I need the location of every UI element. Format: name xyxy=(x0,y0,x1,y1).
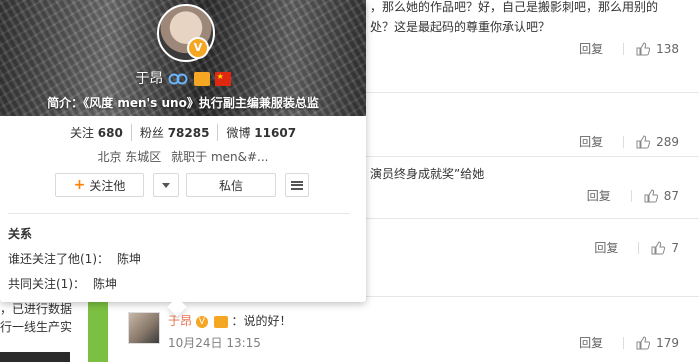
comment-actions: 回复 87 xyxy=(587,187,679,204)
comment-text: 处？这是最起码的尊重你承认吧？ xyxy=(370,20,551,34)
reply-button[interactable]: 回复 xyxy=(594,239,618,256)
green-accent-bar xyxy=(88,298,108,362)
crown-icon xyxy=(194,72,211,86)
comment-actions: 回复 179 xyxy=(579,334,679,351)
comment-actions: 回复 138 xyxy=(579,40,679,57)
following-stat[interactable]: 关注 680 xyxy=(62,124,131,141)
reply-button[interactable]: 回复 xyxy=(579,40,603,57)
like-count: 138 xyxy=(656,41,679,56)
menu-lines-icon xyxy=(291,180,303,190)
sub-comment-date: 10月24日 13:15 xyxy=(168,336,261,350)
more-menu-button[interactable] xyxy=(285,173,309,197)
sub-comment-text: ：说的好！ xyxy=(231,314,292,328)
profile-hover-card: V 于昂 简介：《风度 men's uno》执行副主编兼服装总监 关注 680 … xyxy=(0,0,366,302)
sub-comment-username[interactable]: 于昂 xyxy=(168,314,192,328)
comment-text: 演员终身成就奖”给她 xyxy=(370,167,485,181)
thumb-up-icon[interactable] xyxy=(636,335,651,350)
profile-location: 北京 东城区 就职于 men&#... xyxy=(0,148,366,165)
background-thumbnail xyxy=(0,352,70,362)
thumb-up-icon[interactable] xyxy=(651,240,666,255)
crown-icon xyxy=(213,315,228,328)
like-count: 179 xyxy=(656,335,679,350)
who-follows-link[interactable]: 陈坤 xyxy=(117,252,141,266)
comment-actions: 回复 289 xyxy=(579,133,679,150)
like-count: 289 xyxy=(656,134,679,149)
thumb-up-icon[interactable] xyxy=(644,188,658,203)
location-text: 北京 东城区 xyxy=(97,150,162,164)
reply-button[interactable]: 回复 xyxy=(587,187,611,204)
sub-comment-body: 于昂 V ：说的好！ xyxy=(168,312,292,329)
fans-stat[interactable]: 粉丝 78285 xyxy=(130,124,218,141)
avatar[interactable] xyxy=(128,312,160,344)
verified-v-icon: V xyxy=(195,315,208,328)
mutual-follows-link[interactable]: 陈坤 xyxy=(93,277,117,291)
work-text: 就职于 men&#... xyxy=(171,150,269,164)
china-flag-icon xyxy=(214,72,231,86)
who-follows-line: 谁还关注了他(1)： 陈坤 xyxy=(8,252,142,266)
background-text-fragment: ，已进行数据 xyxy=(0,302,73,316)
follow-dropdown-button[interactable] xyxy=(153,173,179,197)
follow-button[interactable]: + 关注他 xyxy=(55,173,144,197)
verified-v-icon: V xyxy=(187,37,209,59)
plus-icon: + xyxy=(73,177,86,193)
mutual-follows-line: 共同关注(1)： 陈坤 xyxy=(8,277,118,291)
relations-title: 关系 xyxy=(8,227,33,241)
profile-intro: 简介：《风度 men's uno》执行副主编兼服装总监 xyxy=(47,96,319,110)
thumb-up-icon[interactable] xyxy=(636,41,651,56)
like-count: 7 xyxy=(671,240,679,255)
comment-actions: 回复 7 xyxy=(594,239,679,256)
thumb-up-icon[interactable] xyxy=(636,134,651,149)
message-button[interactable]: 私信 xyxy=(186,173,276,197)
profile-username[interactable]: 于昂 xyxy=(135,71,163,87)
reply-button[interactable]: 回复 xyxy=(579,334,603,351)
membership-icon xyxy=(168,73,188,85)
profile-banner: V 于昂 简介：《风度 men's uno》执行副主编兼服装总监 xyxy=(0,0,366,116)
comment-text: ，那么她的作品吧？好，自己是搬影刺吧，那么用别的 xyxy=(370,0,659,14)
profile-stats: 关注 680 粉丝 78285 微博 11607 xyxy=(0,124,366,141)
profile-name-row: 于昂 xyxy=(0,68,366,88)
background-text-fragment: 行一线生产实 xyxy=(0,320,73,334)
caret-down-icon xyxy=(162,182,170,188)
weibo-stat[interactable]: 微博 11607 xyxy=(217,124,304,141)
like-count: 87 xyxy=(663,188,679,203)
reply-button[interactable]: 回复 xyxy=(579,133,603,150)
